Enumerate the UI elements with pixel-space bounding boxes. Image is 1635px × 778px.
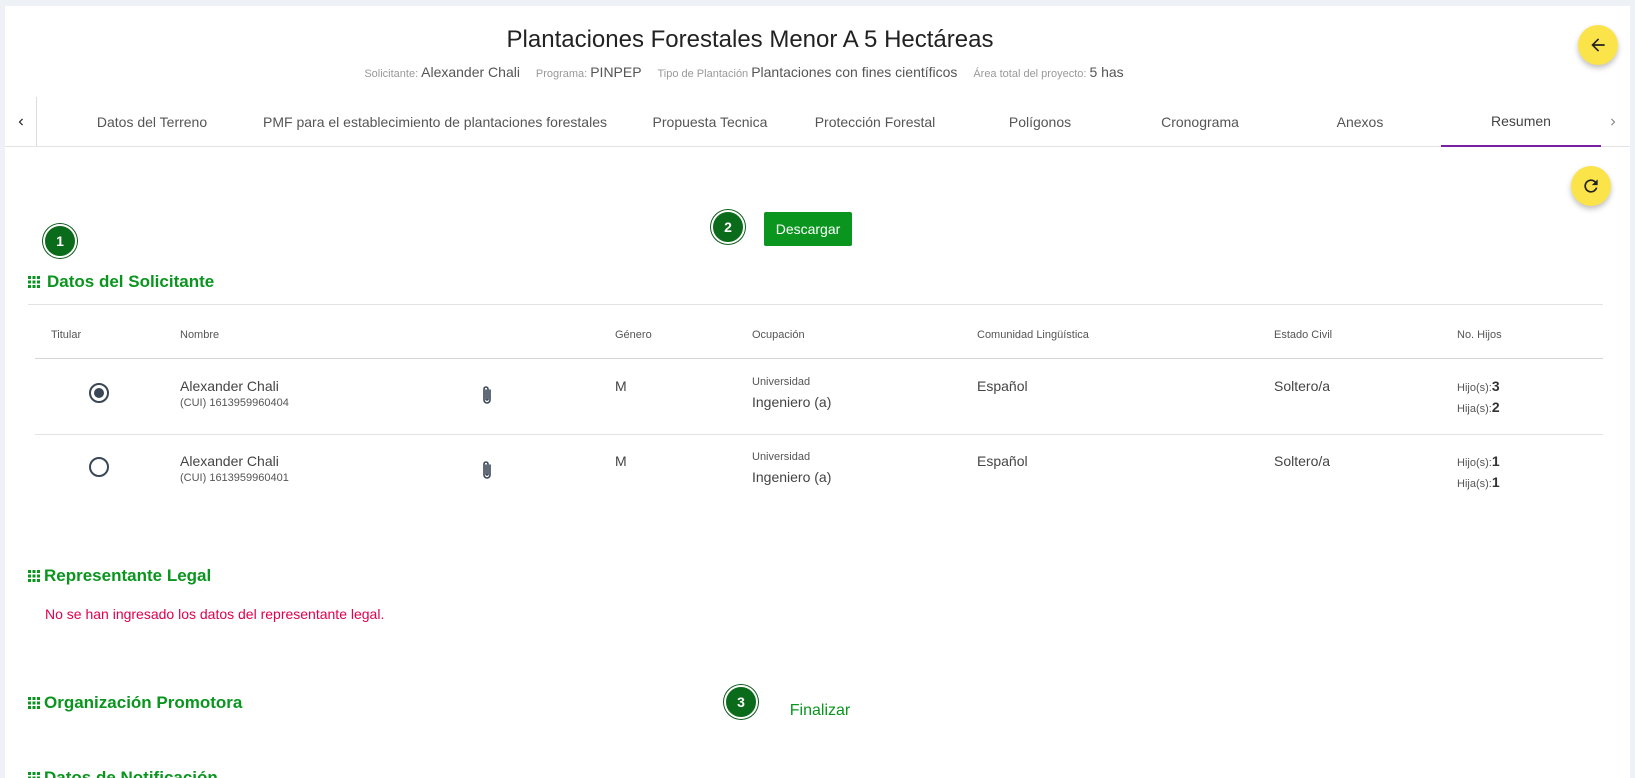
tab-cronograma[interactable]: Cronograma bbox=[1125, 97, 1275, 147]
meta-value-solicitante: Alexander Chali bbox=[421, 64, 520, 80]
th-genero: Género bbox=[615, 329, 652, 341]
grid-icon bbox=[28, 772, 40, 778]
step-badge-3: 3 bbox=[724, 685, 758, 719]
row1-hijas-label: Hija(s): bbox=[1457, 403, 1492, 415]
row1-name: Alexander Chali bbox=[180, 378, 279, 394]
row2-ocupacion-nivel: Universidad bbox=[752, 451, 811, 463]
row2-hijas-label: Hija(s): bbox=[1457, 478, 1492, 490]
tab-resumen[interactable]: Resumen bbox=[1441, 97, 1601, 147]
refresh-button[interactable] bbox=[1571, 166, 1611, 206]
section-title-organizacion: Organización Promotora bbox=[28, 693, 242, 713]
meta-value-tipo: Plantaciones con fines científicos bbox=[751, 64, 958, 80]
tab-pmf[interactable]: PMF para el establecimiento de plantacio… bbox=[245, 97, 625, 147]
refresh-icon bbox=[1584, 179, 1598, 193]
th-estado-civil: Estado Civil bbox=[1274, 329, 1333, 341]
th-no-hijos: No. Hijos bbox=[1457, 329, 1502, 341]
grid-icon bbox=[28, 276, 40, 288]
table-row-divider bbox=[35, 434, 1603, 435]
tabs-scroll-right[interactable] bbox=[1597, 97, 1629, 147]
titular-radio-2[interactable] bbox=[89, 457, 109, 477]
row2-estado-civil: Soltero/a bbox=[1274, 453, 1331, 469]
row2-hijas: Hija(s):1 bbox=[1457, 474, 1500, 490]
row1-cui: (CUI) 1613959960404 bbox=[180, 397, 289, 409]
row1-hijos-count: 3 bbox=[1491, 378, 1500, 394]
representante-empty-message: No se han ingresado los datos del repres… bbox=[45, 606, 385, 622]
chevron-right-icon bbox=[1611, 118, 1616, 126]
paperclip-icon[interactable] bbox=[480, 459, 494, 481]
meta-label-tipo: Tipo de Plantación bbox=[657, 68, 749, 80]
chevron-left-icon bbox=[18, 118, 23, 126]
row1-ocupacion: Ingeniero (a) bbox=[752, 394, 832, 410]
meta-value-programa: PINPEP bbox=[590, 64, 642, 80]
tab-datos-terreno[interactable]: Datos del Terreno bbox=[77, 97, 227, 147]
meta-value-area: 5 has bbox=[1089, 64, 1124, 80]
table-header-divider bbox=[35, 358, 1603, 359]
finish-button[interactable]: Finalizar bbox=[775, 697, 865, 725]
row2-cui: (CUI) 1613959960401 bbox=[180, 472, 289, 484]
project-meta: Solicitante: Alexander Chali Programa: PIN… bbox=[5, 64, 1495, 80]
section-divider bbox=[28, 304, 1603, 305]
back-button[interactable] bbox=[1578, 25, 1618, 65]
row1-hijos-label: Hijo(s): bbox=[1457, 382, 1492, 394]
row2-hijos-label: Hijo(s): bbox=[1457, 457, 1492, 469]
row2-genero: M bbox=[615, 453, 627, 469]
row2-hijos: Hijo(s):1 bbox=[1457, 453, 1500, 469]
tab-propuesta-tecnica[interactable]: Propuesta Tecnica bbox=[635, 97, 785, 147]
section-title-representante: Representante Legal bbox=[28, 566, 211, 586]
section-title-notificacion: Datos de Notificación bbox=[28, 768, 218, 778]
step-badge-1: 1 bbox=[43, 224, 77, 258]
section-title-organizacion-text: Organización Promotora bbox=[44, 693, 243, 712]
tab-proteccion-forestal[interactable]: Protección Forestal bbox=[795, 97, 955, 147]
step-badge-2: 2 bbox=[711, 210, 745, 244]
section-title-notificacion-text: Datos de Notificación bbox=[44, 768, 218, 778]
row2-ocupacion: Ingeniero (a) bbox=[752, 469, 832, 485]
grid-icon bbox=[28, 570, 40, 582]
th-nombre: Nombre bbox=[180, 329, 220, 341]
grid-icon bbox=[28, 697, 40, 709]
row2-hijas-count: 1 bbox=[1491, 474, 1500, 490]
section-title-solicitante-text: Datos del Solicitante bbox=[47, 272, 215, 291]
tab-poligonos[interactable]: Polígonos bbox=[965, 97, 1115, 147]
row1-hijas: Hija(s):2 bbox=[1457, 399, 1500, 415]
row2-name: Alexander Chali bbox=[180, 453, 279, 469]
row1-hijas-count: 2 bbox=[1491, 399, 1500, 415]
tab-bar: Datos del Terreno PMF para el establecim… bbox=[5, 97, 1630, 147]
main-card: Plantaciones Forestales Menor A 5 Hectár… bbox=[5, 6, 1630, 778]
tab-anexos[interactable]: Anexos bbox=[1285, 97, 1435, 147]
tabs-scroll-left[interactable] bbox=[5, 97, 37, 147]
row1-genero: M bbox=[615, 378, 627, 394]
section-title-solicitante: Datos del Solicitante bbox=[28, 272, 214, 292]
meta-label-programa: Programa: bbox=[535, 68, 588, 80]
section-title-representante-text: Representante Legal bbox=[44, 566, 212, 585]
paperclip-icon[interactable] bbox=[480, 384, 494, 406]
row1-hijos: Hijo(s):3 bbox=[1457, 378, 1500, 394]
page-title: Plantaciones Forestales Menor A 5 Hectár… bbox=[506, 26, 994, 53]
row2-comunidad: Español bbox=[977, 453, 1028, 469]
meta-label-solicitante: Solicitante: bbox=[364, 68, 419, 80]
row2-hijos-count: 1 bbox=[1491, 453, 1500, 469]
download-button[interactable]: Descargar bbox=[764, 212, 852, 246]
titular-radio-1[interactable] bbox=[89, 383, 109, 403]
row1-comunidad: Español bbox=[977, 378, 1028, 394]
arrow-left-icon bbox=[1591, 38, 1605, 52]
meta-label-area: Área total del proyecto: bbox=[973, 68, 1087, 80]
th-comunidad: Comunidad Lingüística bbox=[977, 329, 1089, 341]
row1-estado-civil: Soltero/a bbox=[1274, 378, 1331, 394]
th-titular: Titular bbox=[51, 329, 82, 341]
th-ocupacion: Ocupación bbox=[752, 329, 805, 341]
row1-ocupacion-nivel: Universidad bbox=[752, 376, 811, 388]
